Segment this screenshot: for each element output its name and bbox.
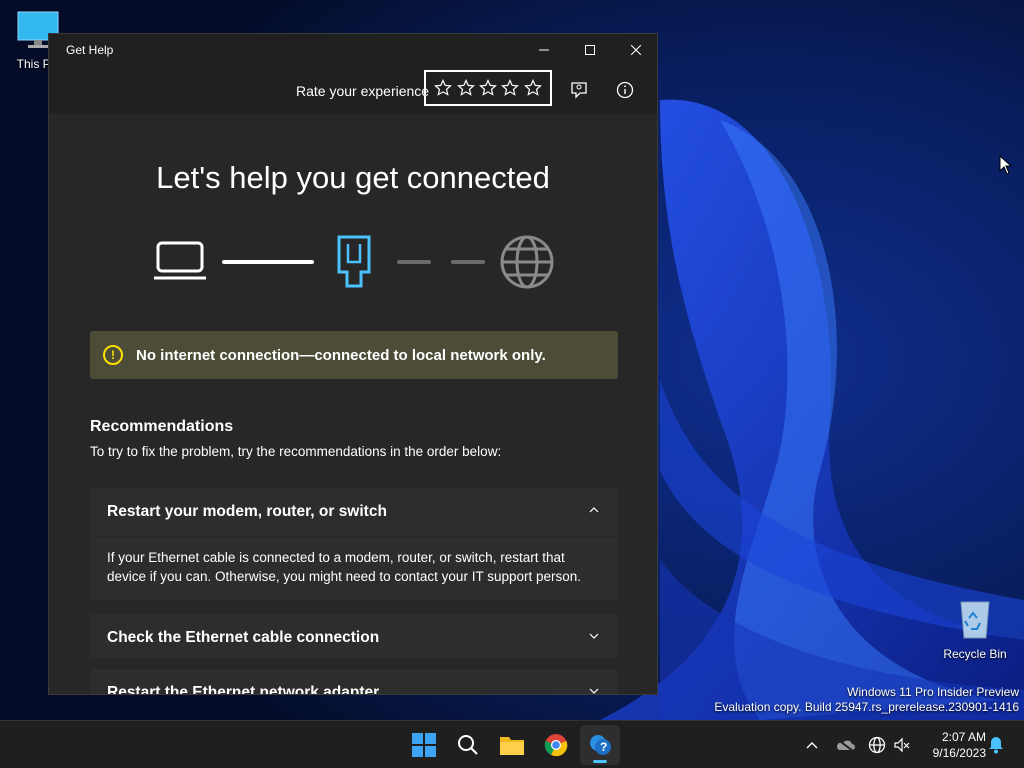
page-title: Let's help you get connected: [156, 160, 550, 195]
feedback-toolbar: Rate your experience: [49, 66, 657, 114]
chevron-up-icon: [589, 507, 599, 513]
recommendation-item[interactable]: Check the Ethernet cable connection: [90, 614, 618, 658]
help-content: Let's help you get connected ! No intern…: [49, 114, 657, 694]
close-icon: [631, 45, 641, 55]
star-icon[interactable]: [523, 79, 542, 97]
expand-button[interactable]: [586, 683, 602, 694]
feedback-icon: [571, 82, 587, 99]
chevron-down-icon: [589, 688, 599, 694]
volume-button[interactable]: [890, 733, 914, 757]
feedback-button[interactable]: [563, 74, 595, 106]
recommendation-title[interactable]: Check the Ethernet cable connection: [107, 629, 379, 647]
globe-icon: [500, 235, 554, 289]
clock-time: 2:07 AM: [941, 730, 986, 744]
notification-bell-icon: [989, 737, 1003, 754]
recycle-bin-icon: [960, 601, 990, 639]
recommendations-heading: Recommendations: [90, 418, 234, 435]
clock-date: 9/16/2023: [932, 746, 986, 760]
get-help-taskbar-button[interactable]: ?: [580, 725, 620, 765]
onedrive-icon: [836, 738, 855, 752]
star-icon[interactable]: [501, 79, 520, 97]
start-button[interactable]: [404, 725, 444, 765]
star-icon[interactable]: [456, 79, 475, 97]
minimize-icon: [539, 49, 549, 51]
expand-button[interactable]: [586, 628, 602, 644]
watermark-line-1: Windows 11 Pro Insider Preview: [847, 685, 1019, 699]
recommendation-title[interactable]: Restart your modem, router, or switch: [107, 503, 387, 521]
active-indicator: [593, 760, 607, 763]
chevron-down-icon: [589, 633, 599, 639]
maximize-icon: [585, 45, 595, 55]
status-banner: ! No internet connection—connected to lo…: [90, 331, 618, 379]
minimize-button[interactable]: [521, 34, 567, 66]
get-help-icon: ?: [590, 735, 611, 755]
title-bar[interactable]: Get Help: [49, 34, 657, 66]
chrome-button[interactable]: [536, 725, 576, 765]
volume-muted-icon: [894, 737, 910, 753]
recommendation-item[interactable]: Restart the Ethernet network adapter: [90, 669, 618, 694]
notifications-button[interactable]: [984, 733, 1008, 757]
onedrive-button[interactable]: [833, 733, 857, 757]
desktop-icon-recycle-bin[interactable]: Recycle Bin: [935, 596, 1015, 661]
chrome-icon: [544, 734, 568, 757]
chevron-up-icon: [806, 742, 818, 749]
info-icon: [616, 81, 634, 99]
file-explorer-icon: [500, 737, 524, 755]
close-button[interactable]: [613, 34, 657, 66]
search-icon: [458, 735, 478, 755]
star-icon[interactable]: [434, 79, 453, 97]
recommendation-title[interactable]: Restart the Ethernet network adapter: [107, 684, 379, 694]
divider: [90, 536, 618, 537]
status-message: No internet connection—connected to loca…: [136, 346, 546, 364]
connection-diagram: [154, 235, 554, 289]
recommendation-body: If your Ethernet cable is connected to a…: [107, 550, 582, 584]
laptop-icon: [154, 241, 206, 280]
desktop-icon-label: Recycle Bin: [943, 647, 1007, 661]
rate-experience-label: Rate your experience: [296, 83, 430, 99]
network-icon: [868, 736, 886, 754]
mouse-cursor-icon: [999, 155, 1013, 175]
evaluation-watermark: Windows 11 Pro Insider Preview Evaluatio…: [714, 685, 1019, 715]
start-icon: [412, 733, 436, 757]
svg-text:?: ?: [600, 740, 607, 754]
recommendation-item: Restart your modem, router, or switch If…: [90, 488, 618, 600]
info-button[interactable]: [609, 74, 641, 106]
ethernet-port-icon: [337, 235, 371, 288]
file-explorer-button[interactable]: [492, 725, 532, 765]
star-icon[interactable]: [479, 79, 497, 97]
warning-icon: !: [103, 345, 123, 365]
star-rating[interactable]: [424, 70, 552, 106]
system-clock[interactable]: 2:07 AM 9/16/2023: [920, 729, 986, 761]
network-button[interactable]: [865, 733, 889, 757]
get-help-window: Get Help Rate your experience Let's help…: [48, 33, 658, 695]
recommendations-subtitle: To try to fix the problem, try the recom…: [90, 444, 502, 459]
taskbar: ? 2:07 AM 9/16/2023: [0, 720, 1024, 768]
collapse-button[interactable]: [586, 502, 602, 518]
maximize-button[interactable]: [567, 34, 613, 66]
window-title: Get Help: [66, 43, 114, 57]
watermark-line-2: Evaluation copy. Build 25947.rs_prerelea…: [714, 700, 1019, 714]
show-hidden-icons-button[interactable]: [800, 733, 824, 757]
search-button[interactable]: [448, 725, 488, 765]
